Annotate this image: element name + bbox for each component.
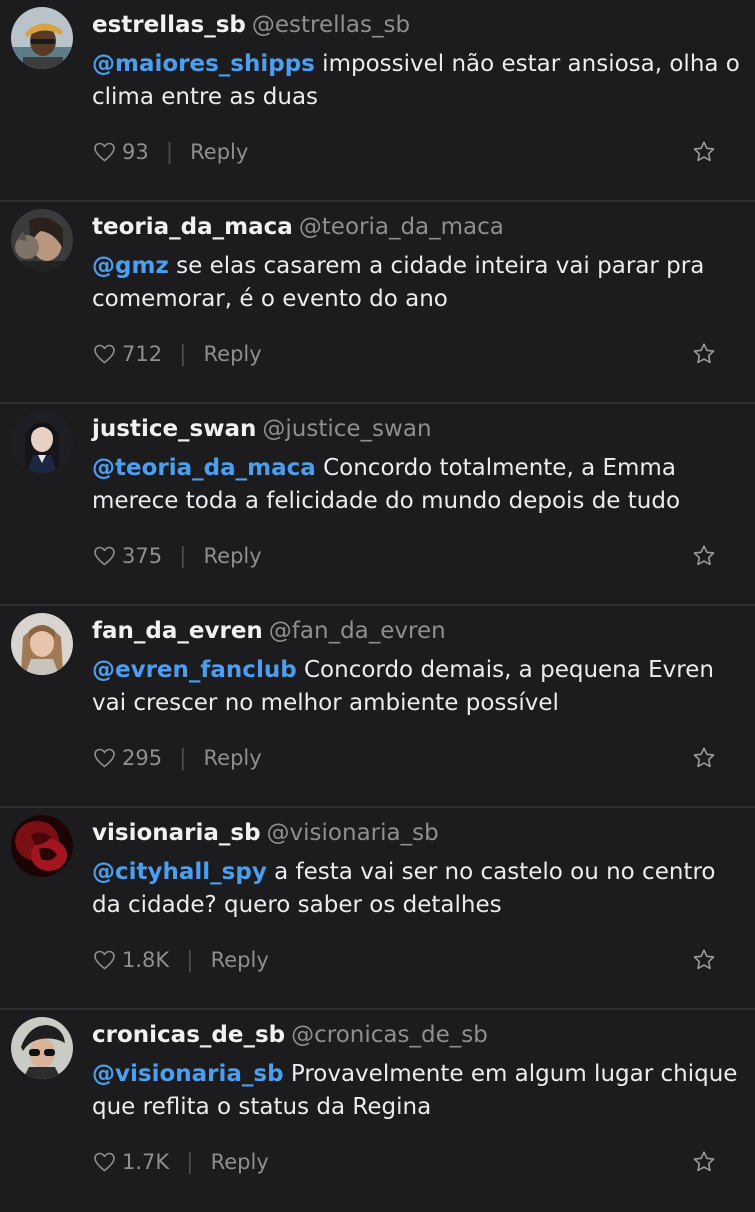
heart-icon: [94, 1152, 115, 1172]
user-handle: @visionaria_sb: [266, 820, 439, 846]
comment-header: justice_swan @justice_swan: [92, 412, 432, 446]
username[interactable]: fan_da_evren: [92, 618, 263, 644]
comment-item: visionaria_sb @visionaria_sb @cityhall_sp…: [0, 808, 755, 1010]
action-divider: |: [179, 543, 187, 569]
reply-button[interactable]: Reply: [190, 140, 248, 164]
mention-link[interactable]: @teoria_da_maca: [92, 455, 316, 481]
favorite-button[interactable]: [692, 140, 716, 164]
like-count: 1.8K: [122, 948, 170, 972]
star-icon: [693, 141, 715, 162]
star-icon: [693, 949, 715, 970]
comment-actions: 93 | Reply: [92, 135, 248, 169]
like-count: 375: [122, 544, 163, 568]
reply-button[interactable]: Reply: [211, 1150, 269, 1174]
mention-link[interactable]: @maiores_shipps: [92, 51, 315, 77]
mention-link[interactable]: @visionaria_sb: [92, 1061, 284, 1087]
heart-icon: [94, 546, 115, 566]
like-button[interactable]: 375: [92, 544, 162, 568]
comment-text: @evren_fanclub Concordo demais, a pequen…: [92, 654, 742, 720]
comment-feed: estrellas_sb @estrellas_sb @maiores_shipp…: [0, 0, 755, 1200]
avatar[interactable]: [11, 1017, 73, 1079]
like-button[interactable]: 712: [92, 342, 162, 366]
favorite-button[interactable]: [692, 746, 716, 770]
heart-icon: [94, 950, 115, 970]
comment-actions: 1.7K | Reply: [92, 1145, 269, 1179]
user-handle: @cronicas_de_sb: [291, 1022, 488, 1048]
reply-button[interactable]: Reply: [204, 342, 262, 366]
comment-header: visionaria_sb @visionaria_sb: [92, 816, 439, 850]
comment-item: teoria_da_maca @teoria_da_maca @gmz se el…: [0, 202, 755, 404]
avatar[interactable]: [11, 209, 73, 271]
user-handle: @estrellas_sb: [251, 12, 411, 38]
action-divider: |: [186, 947, 194, 973]
comment-text: @gmz se elas casarem a cidade inteira va…: [92, 250, 742, 316]
star-icon: [693, 1151, 715, 1172]
comment-text: @visionaria_sb Provavelmente em algum lu…: [92, 1058, 742, 1124]
comment-text: @cityhall_spy a festa vai ser no castelo…: [92, 856, 742, 922]
like-button[interactable]: 93: [92, 140, 149, 164]
reply-button[interactable]: Reply: [204, 544, 262, 568]
favorite-button[interactable]: [692, 544, 716, 568]
comment-header: teoria_da_maca @teoria_da_maca: [92, 210, 504, 244]
mention-link[interactable]: @gmz: [92, 253, 169, 279]
like-button[interactable]: 1.7K: [92, 1150, 169, 1174]
like-count: 1.7K: [122, 1150, 170, 1174]
comment-header: fan_da_evren @fan_da_evren: [92, 614, 446, 648]
heart-icon: [94, 748, 115, 768]
username[interactable]: teoria_da_maca: [92, 214, 293, 240]
comment-item: cronicas_de_sb @cronicas_de_sb @visionari…: [0, 1010, 755, 1212]
user-handle: @teoria_da_maca: [298, 214, 504, 240]
like-button[interactable]: 1.8K: [92, 948, 169, 972]
comment-actions: 375 | Reply: [92, 539, 262, 573]
comment-text: @maiores_shipps impossivel não estar ans…: [92, 48, 742, 114]
reply-button[interactable]: Reply: [211, 948, 269, 972]
like-count: 295: [122, 746, 163, 770]
comment-item: justice_swan @justice_swan @teoria_da_mac…: [0, 404, 755, 606]
avatar[interactable]: [11, 411, 73, 473]
like-count: 712: [122, 342, 163, 366]
comment-item: estrellas_sb @estrellas_sb @maiores_shipp…: [0, 0, 755, 202]
comment-actions: 295 | Reply: [92, 741, 262, 775]
star-icon: [693, 343, 715, 364]
comment-header: cronicas_de_sb @cronicas_de_sb: [92, 1018, 488, 1052]
comment-text: @teoria_da_maca Concordo totalmente, a E…: [92, 452, 742, 518]
avatar[interactable]: [11, 613, 73, 675]
action-divider: |: [179, 341, 187, 367]
username[interactable]: cronicas_de_sb: [92, 1022, 285, 1048]
favorite-button[interactable]: [692, 1150, 716, 1174]
favorite-button[interactable]: [692, 948, 716, 972]
mention-link[interactable]: @cityhall_spy: [92, 859, 267, 885]
comment-header: estrellas_sb @estrellas_sb: [92, 8, 410, 42]
username[interactable]: justice_swan: [92, 416, 256, 442]
comment-item: fan_da_evren @fan_da_evren @evren_fanclub…: [0, 606, 755, 808]
avatar[interactable]: [11, 7, 73, 69]
user-handle: @fan_da_evren: [268, 618, 446, 644]
action-divider: |: [165, 139, 174, 165]
star-icon: [693, 747, 715, 768]
comment-body: se elas casarem a cidade inteira vai par…: [92, 253, 705, 312]
action-divider: |: [186, 1149, 194, 1175]
username[interactable]: estrellas_sb: [92, 12, 246, 38]
avatar[interactable]: [11, 815, 73, 877]
action-divider: |: [179, 745, 187, 771]
heart-icon: [94, 142, 115, 162]
comment-actions: 1.8K | Reply: [92, 943, 269, 977]
star-icon: [693, 545, 715, 566]
heart-icon: [94, 344, 115, 364]
user-handle: @justice_swan: [262, 416, 432, 442]
mention-link[interactable]: @evren_fanclub: [92, 657, 297, 683]
like-button[interactable]: 295: [92, 746, 162, 770]
like-count: 93: [122, 140, 149, 164]
favorite-button[interactable]: [692, 342, 716, 366]
username[interactable]: visionaria_sb: [92, 820, 261, 846]
reply-button[interactable]: Reply: [204, 746, 262, 770]
comment-actions: 712 | Reply: [92, 337, 262, 371]
